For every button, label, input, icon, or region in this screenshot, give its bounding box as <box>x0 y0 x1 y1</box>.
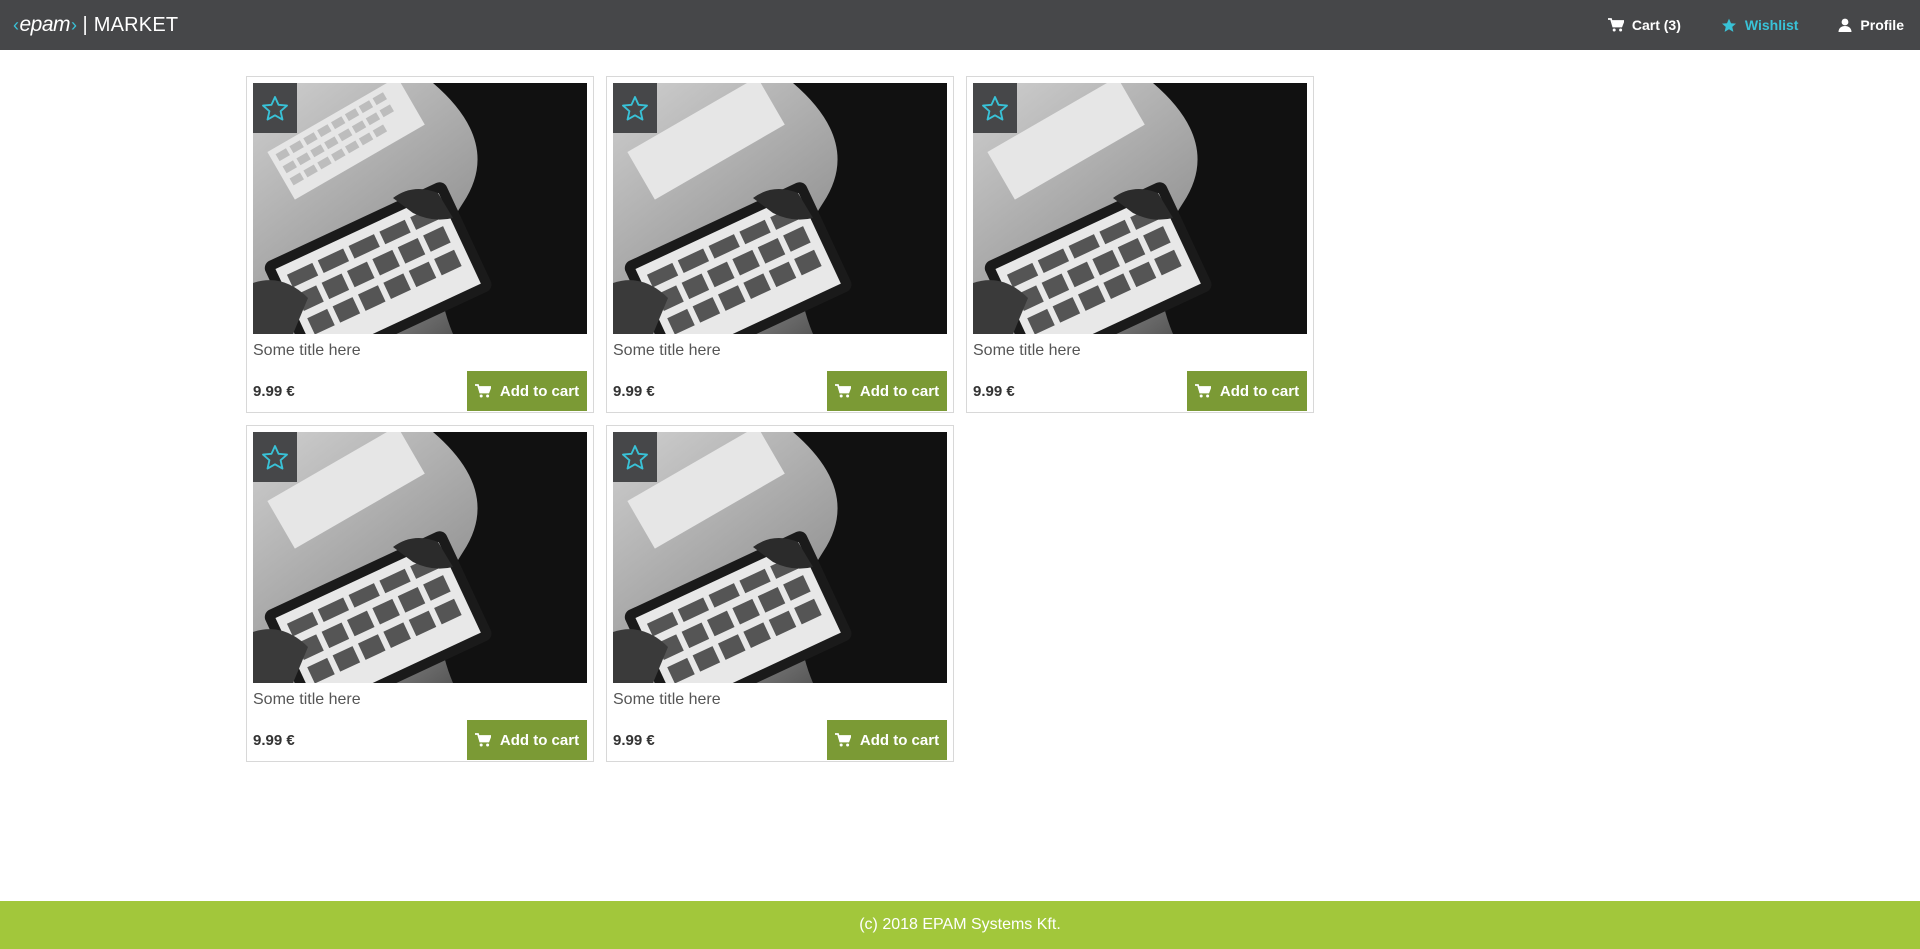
add-to-cart-label: Add to cart <box>499 382 580 400</box>
nav-cart-label: Cart (3) <box>1631 17 1681 33</box>
star-outline-icon <box>262 444 288 470</box>
main-nav: Cart (3) Wishlist Profile <box>1568 17 1904 33</box>
cart-icon <box>474 733 491 747</box>
epam-logo[interactable]: ‹ epam › <box>12 13 78 37</box>
cart-icon <box>1194 384 1211 398</box>
cart-icon <box>1607 18 1624 32</box>
nav-wishlist[interactable]: Wishlist <box>1721 17 1799 33</box>
nav-cart[interactable]: Cart (3) <box>1607 17 1681 33</box>
wishlist-toggle[interactable] <box>973 83 1017 133</box>
add-to-cart-label: Add to cart <box>859 731 940 749</box>
logo-text: epam <box>19 13 71 36</box>
product-title: Some title here <box>613 342 721 359</box>
product-card: Some title here 9.99 € Add to cart <box>246 425 594 762</box>
app-name: MARKET <box>93 13 179 36</box>
top-navbar: ‹ epam › | MARKET Cart (3) Wishlist Prof… <box>0 0 1920 50</box>
product-title: Some title here <box>973 342 1081 359</box>
star-outline-icon <box>622 444 648 470</box>
logo-left-bracket: ‹ <box>13 14 19 35</box>
product-price: 9.99 € <box>253 731 295 749</box>
nav-wishlist-label: Wishlist <box>1744 17 1799 33</box>
product-image[interactable] <box>253 83 587 334</box>
add-to-cart-button[interactable]: Add to cart <box>467 371 587 411</box>
product-footer: 9.99 € Add to cart <box>253 371 587 411</box>
product-title: Some title here <box>253 342 361 359</box>
product-image[interactable] <box>613 432 947 683</box>
wishlist-toggle[interactable] <box>613 432 657 482</box>
tablet-photo <box>253 83 587 334</box>
cart-icon <box>834 384 851 398</box>
tablet-photo <box>973 83 1307 334</box>
star-icon <box>1721 18 1736 32</box>
star-outline-icon <box>982 95 1008 121</box>
product-card: Some title here 9.99 € Add to cart <box>966 76 1314 413</box>
product-card: Some title here 9.99 € Add to cart <box>606 76 954 413</box>
wishlist-toggle[interactable] <box>253 83 297 133</box>
add-to-cart-button[interactable]: Add to cart <box>1187 371 1307 411</box>
product-card: Some title here 9.99 € Add to cart <box>246 76 594 413</box>
brand[interactable]: ‹ epam › | MARKET <box>12 13 178 37</box>
product-price: 9.99 € <box>613 731 655 749</box>
add-to-cart-label: Add to cart <box>859 382 940 400</box>
user-icon <box>1838 18 1852 32</box>
product-image[interactable] <box>253 432 587 683</box>
tablet-photo <box>253 432 587 683</box>
wishlist-toggle[interactable] <box>613 83 657 133</box>
add-to-cart-button[interactable]: Add to cart <box>827 720 947 760</box>
copyright-text: (c) 2018 EPAM Systems Kft. <box>859 916 1061 933</box>
wishlist-toggle[interactable] <box>253 432 297 482</box>
product-price: 9.99 € <box>973 382 1015 400</box>
product-footer: 9.99 € Add to cart <box>973 371 1307 411</box>
cart-icon <box>474 384 491 398</box>
tablet-photo <box>613 432 947 683</box>
logo-right-bracket: › <box>71 14 77 35</box>
brand-separator: | <box>82 13 88 36</box>
product-footer: 9.99 € Add to cart <box>613 720 947 760</box>
add-to-cart-label: Add to cart <box>1219 382 1300 400</box>
tablet-photo <box>613 83 947 334</box>
product-footer: 9.99 € Add to cart <box>613 371 947 411</box>
page-footer: (c) 2018 EPAM Systems Kft. <box>0 901 1920 949</box>
product-grid: Some title here 9.99 € Add to cart Some … <box>246 76 1676 774</box>
product-image[interactable] <box>613 83 947 334</box>
add-to-cart-button[interactable]: Add to cart <box>467 720 587 760</box>
product-image[interactable] <box>973 83 1307 334</box>
product-price: 9.99 € <box>253 382 295 400</box>
nav-profile[interactable]: Profile <box>1838 17 1904 33</box>
star-outline-icon <box>262 95 288 121</box>
cart-icon <box>834 733 851 747</box>
add-to-cart-button[interactable]: Add to cart <box>827 371 947 411</box>
product-footer: 9.99 € Add to cart <box>253 720 587 760</box>
product-title: Some title here <box>613 691 721 708</box>
product-title: Some title here <box>253 691 361 708</box>
product-card: Some title here 9.99 € Add to cart <box>606 425 954 762</box>
star-outline-icon <box>622 95 648 121</box>
product-price: 9.99 € <box>613 382 655 400</box>
add-to-cart-label: Add to cart <box>499 731 580 749</box>
nav-profile-label: Profile <box>1860 17 1904 33</box>
